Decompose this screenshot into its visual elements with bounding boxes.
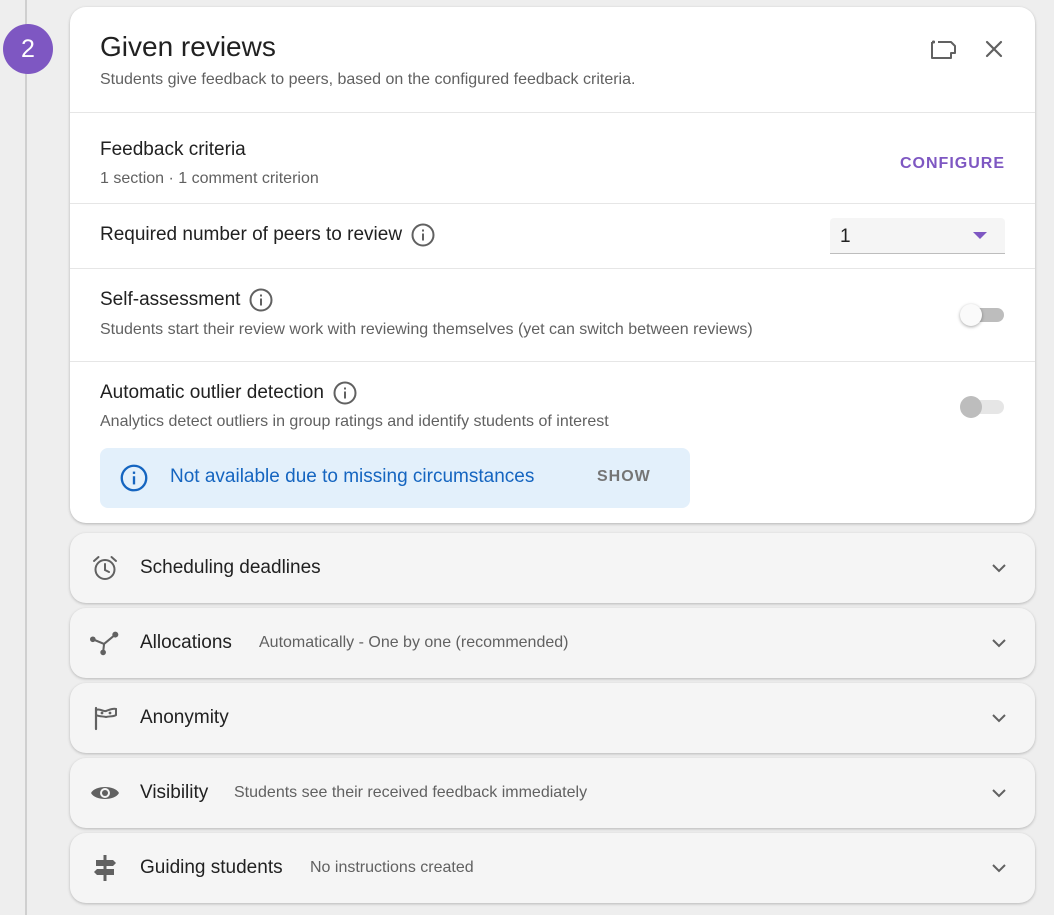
info-icon[interactable] <box>332 380 358 406</box>
add-section-icon[interactable] <box>928 34 958 64</box>
accordion-title: Guiding students <box>140 857 283 878</box>
required-peers-label: Required number of peers to review <box>100 224 403 245</box>
notice-text: Not available due to missing circumstanc… <box>170 466 535 487</box>
dropdown-arrow-icon <box>973 232 987 239</box>
stepper-rail <box>25 0 27 915</box>
outlier-detection-description: Analytics detect outliers in group ratin… <box>100 413 609 430</box>
outlier-detection-section: Automatic outlier detection Analytics de… <box>70 362 1035 523</box>
chevron-down-icon <box>987 556 1011 580</box>
accordion-anonymity[interactable]: Anonymity <box>70 683 1035 753</box>
share-icon <box>90 628 120 658</box>
self-assessment-section: Self-assessment Students start their rev… <box>70 269 1035 362</box>
chevron-down-icon <box>987 856 1011 880</box>
required-peers-title-row: Required number of peers to review <box>100 222 436 248</box>
feedback-criteria-title: Feedback criteria <box>100 139 246 160</box>
self-assessment-toggle[interactable] <box>960 303 1006 327</box>
peers-count-select[interactable]: 1 <box>830 218 1005 254</box>
self-assessment-label: Self-assessment <box>100 289 241 310</box>
toggle-thumb <box>960 396 982 418</box>
outlier-detection-label: Automatic outlier detection <box>100 382 324 403</box>
given-reviews-card: Given reviews Students give feedback to … <box>70 7 1035 523</box>
accordion-allocations[interactable]: Allocations Automatically - One by one (… <box>70 608 1035 678</box>
info-icon[interactable] <box>248 287 274 313</box>
accordion-subtitle: Automatically - One by one (recommended) <box>259 634 569 651</box>
toggle-thumb <box>960 304 982 326</box>
chevron-down-icon <box>987 631 1011 655</box>
card-subtitle: Students give feedback to peers, based o… <box>100 71 636 88</box>
accordion-title: Scheduling deadlines <box>140 557 321 578</box>
outlier-detection-title-row: Automatic outlier detection <box>100 380 358 406</box>
accordion-guiding-students[interactable]: Guiding students No instructions created <box>70 833 1035 903</box>
accordion-title: Anonymity <box>140 707 229 728</box>
mask-icon <box>90 703 120 733</box>
unavailable-notice: Not available due to missing circumstanc… <box>100 448 690 508</box>
eye-icon <box>90 778 120 808</box>
chevron-down-icon <box>987 706 1011 730</box>
feedback-criteria-section: Feedback criteria 1 section · 1 comment … <box>70 113 1035 204</box>
required-peers-section: Required number of peers to review 1 <box>70 204 1035 269</box>
chevron-down-icon <box>987 781 1011 805</box>
info-icon[interactable] <box>410 222 436 248</box>
page: 2 Given reviews Students give feedback t… <box>0 0 1054 915</box>
feedback-criteria-summary: 1 section · 1 comment criterion <box>100 170 319 187</box>
accordion-title: Allocations <box>140 632 232 653</box>
accordion-subtitle: Students see their received feedback imm… <box>234 784 588 801</box>
accordion-title: Visibility <box>140 782 209 803</box>
outlier-detection-toggle <box>960 395 1006 419</box>
self-assessment-title-row: Self-assessment <box>100 287 274 313</box>
show-button[interactable]: SHOW <box>597 468 651 486</box>
accordion-visibility[interactable]: Visibility Students see their received f… <box>70 758 1035 828</box>
alarm-icon <box>90 553 120 583</box>
accordion-scheduling-deadlines[interactable]: Scheduling deadlines <box>70 533 1035 603</box>
self-assessment-description: Students start their review work with re… <box>100 321 753 338</box>
card-title: Given reviews <box>100 31 276 62</box>
signpost-icon <box>90 853 120 883</box>
card-header: Given reviews Students give feedback to … <box>70 7 1035 113</box>
configure-button[interactable]: CONFIGURE <box>900 155 1005 173</box>
close-icon[interactable] <box>979 34 1009 64</box>
accordion-subtitle: No instructions created <box>310 859 474 876</box>
info-icon <box>120 464 148 497</box>
step-number-badge: 2 <box>3 24 53 74</box>
peers-count-value: 1 <box>840 226 851 247</box>
